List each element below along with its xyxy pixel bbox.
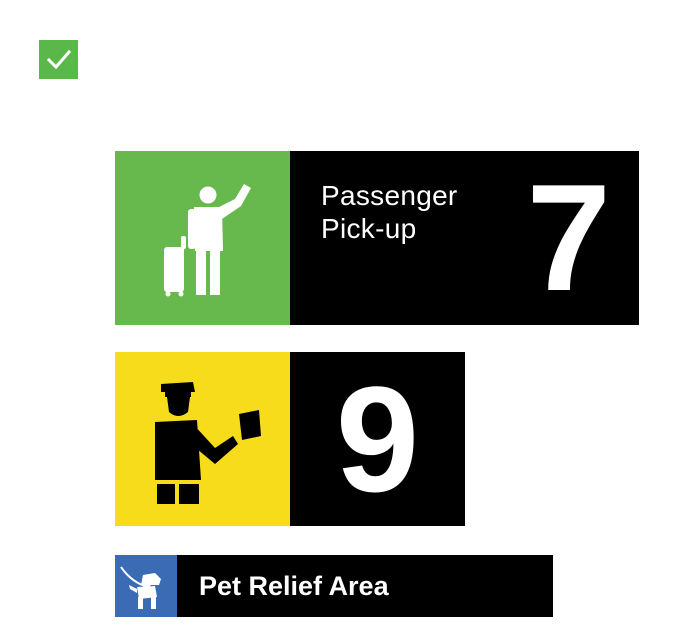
passenger-pickup-text-panel: Passenger Pick-up 7 [290, 151, 639, 325]
passenger-pickup-number: 7 [526, 153, 611, 323]
security-officer-number: 9 [335, 355, 420, 523]
security-officer-sign: 9 [115, 352, 465, 526]
pet-relief-text-panel: Pet Relief Area [177, 555, 553, 617]
checkmark-icon [39, 40, 78, 79]
pet-relief-panel [115, 555, 177, 617]
pet-relief-sign: Pet Relief Area [115, 555, 553, 617]
passenger-pickup-icon [164, 184, 251, 297]
passenger-pickup-panel [115, 151, 290, 325]
dog-icon [120, 566, 161, 609]
passenger-pickup-label: Passenger Pick-up [321, 180, 458, 244]
security-officer-icon [155, 382, 261, 504]
security-officer-panel [115, 352, 290, 526]
pet-relief-label: Pet Relief Area [199, 571, 389, 601]
security-officer-text-panel: 9 [290, 352, 465, 526]
passenger-pickup-sign: Passenger Pick-up 7 [115, 151, 639, 325]
